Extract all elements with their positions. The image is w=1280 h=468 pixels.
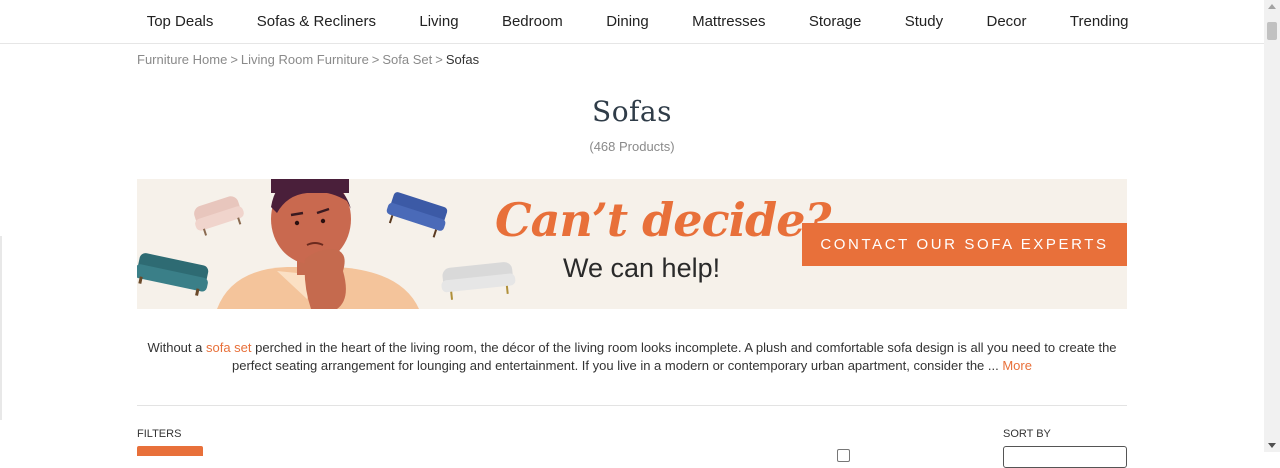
teal-sofa-icon [137, 253, 209, 296]
breadcrumb-separator: > [230, 52, 238, 67]
filter-checkbox[interactable] [837, 449, 850, 462]
pink-chair-icon [194, 196, 244, 236]
page-title: Sofas [592, 95, 672, 128]
filter-button[interactable] [137, 446, 203, 456]
nav-item-mattresses[interactable]: Mattresses [670, 0, 787, 43]
nav-item-bedroom[interactable]: Bedroom [480, 0, 584, 43]
description-text-body: perched in the heart of the living room,… [232, 340, 1117, 373]
category-description: Without a sofa set perched in the heart … [137, 339, 1127, 375]
thinking-person-illustration [217, 179, 419, 309]
breadcrumb-furniture-home[interactable]: Furniture Home [137, 52, 227, 67]
scroll-thumb[interactable] [1267, 22, 1277, 40]
section-divider [137, 405, 1127, 406]
nav-item-decor[interactable]: Decor [965, 0, 1048, 43]
nav-menu: Top Deals Sofas & Recliners Living Bedro… [125, 0, 1150, 43]
filters-label: FILTERS [137, 428, 182, 440]
breadcrumb: Furniture Home > Living Room Furniture > Sof… [137, 52, 479, 67]
side-panel-edge [0, 236, 2, 420]
nav-item-study[interactable]: Study [883, 0, 965, 43]
vertical-scrollbar[interactable] [1264, 0, 1280, 452]
sort-by-select[interactable] [1003, 446, 1127, 468]
banner-headline: Can’t decide? [495, 193, 831, 247]
breadcrumb-current: Sofas [445, 52, 480, 67]
nav-item-trending[interactable]: Trending [1048, 0, 1150, 43]
breadcrumb-sofa-set[interactable]: Sofa Set [382, 52, 432, 67]
promo-banner[interactable]: Can’t decide? We can help! CONTACT OUR S… [137, 179, 1127, 309]
scroll-down-arrow-icon[interactable] [1268, 443, 1276, 448]
sort-by-label: SORT BY [1003, 428, 1051, 440]
scroll-up-arrow-icon[interactable] [1268, 4, 1276, 9]
breadcrumb-living-room-furniture[interactable]: Living Room Furniture [241, 52, 369, 67]
top-navigation: Top Deals Sofas & Recliners Living Bedro… [0, 0, 1264, 44]
description-text-start: Without a [147, 340, 206, 355]
product-count: (468 Products) [589, 139, 675, 154]
grey-sofa-icon [441, 262, 516, 300]
sofa-set-link[interactable]: sofa set [206, 340, 252, 355]
nav-item-living[interactable]: Living [398, 0, 481, 43]
nav-item-dining[interactable]: Dining [585, 0, 671, 43]
nav-item-storage[interactable]: Storage [787, 0, 883, 43]
read-more-link[interactable]: More [1002, 358, 1032, 373]
breadcrumb-separator: > [371, 52, 380, 67]
contact-sofa-experts-button[interactable]: CONTACT OUR SOFA EXPERTS [802, 223, 1127, 266]
nav-item-top-deals[interactable]: Top Deals [125, 0, 235, 43]
blue-sofa-icon [386, 192, 448, 238]
banner-subline: We can help! [563, 253, 721, 283]
breadcrumb-separator: > [435, 52, 443, 67]
nav-item-sofas-recliners[interactable]: Sofas & Recliners [235, 0, 398, 43]
